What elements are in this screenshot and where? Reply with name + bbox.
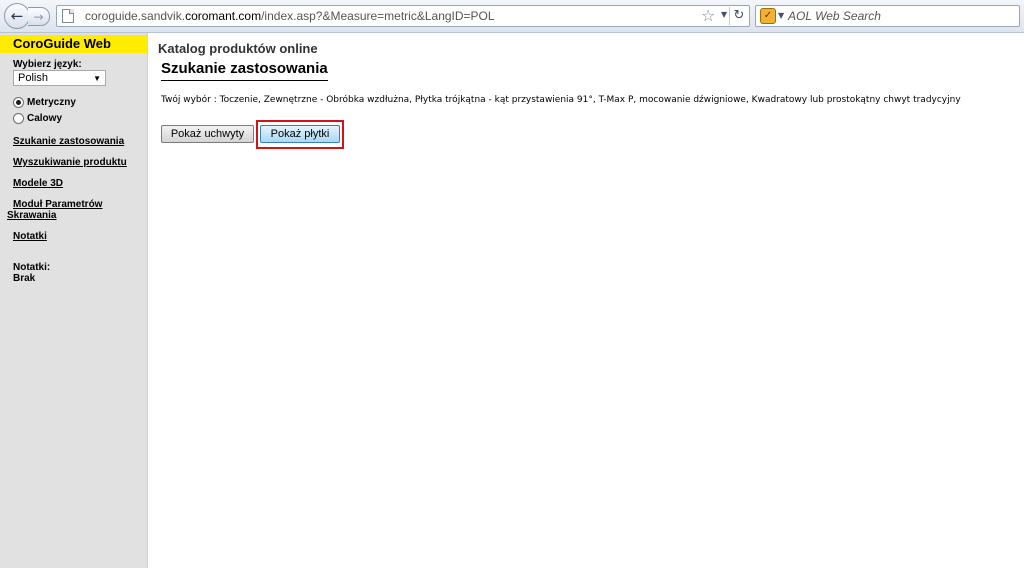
sidebar-link-3d-models[interactable]: Modele 3D [13, 178, 63, 189]
language-selected-value: Polish [18, 72, 48, 84]
notes-summary: Notatki: Brak [13, 262, 50, 284]
page-icon [62, 9, 74, 23]
radio-inch[interactable]: Calowy [13, 113, 62, 124]
back-button[interactable]: ← [4, 3, 30, 29]
sidebar: CoroGuide Web Wybierz język: Polish ▼ Me… [0, 33, 148, 568]
selection-summary: Twój wybór : Toczenie, Zewnętrzne - Obró… [161, 95, 961, 105]
notes-label: Notatki: [13, 262, 51, 273]
search-bar[interactable]: ✓ ▼ AOL Web Search [755, 5, 1020, 27]
radio-metric[interactable]: Metryczny [13, 97, 76, 108]
notes-value: Brak [13, 273, 36, 284]
url-dropdown-icon[interactable]: ▼ [721, 10, 727, 19]
radio-metric-label: Metryczny [27, 97, 76, 108]
forward-icon: → [33, 9, 44, 24]
catalog-title: Katalog produktów online [158, 41, 318, 56]
forward-button[interactable]: → [28, 7, 50, 26]
radio-inch-label: Calowy [27, 113, 63, 124]
sidebar-link-product-search[interactable]: Wyszukiwanie produktu [13, 157, 127, 168]
sidebar-link-notes[interactable]: Notatki [13, 231, 47, 242]
reload-icon: ↻ [733, 8, 745, 23]
show-holders-button[interactable]: Pokaż uchwyty [161, 125, 254, 143]
search-engine-icon[interactable]: ✓ [760, 8, 776, 24]
back-icon: ← [10, 7, 24, 25]
chevron-down-icon: ▼ [93, 74, 101, 83]
brand-title: CoroGuide Web [0, 35, 148, 53]
reload-button[interactable]: ↻ [729, 7, 748, 25]
page-title: Szukanie zastosowania [161, 60, 328, 81]
radio-inch-icon[interactable] [13, 113, 24, 124]
language-label: Wybierz język: [13, 59, 82, 70]
engine-dropdown-icon[interactable]: ▼ [778, 11, 784, 20]
radio-metric-icon[interactable] [13, 97, 24, 108]
address-bar[interactable]: coroguide.sandvik.coromant.com/index.asp… [56, 5, 750, 27]
star-icon[interactable]: ☆ [701, 6, 715, 25]
sidebar-link-application-search[interactable]: Szukanie zastosowania [13, 136, 124, 147]
language-select[interactable]: Polish ▼ [13, 70, 106, 86]
search-input[interactable]: AOL Web Search [788, 9, 881, 23]
browser-toolbar: ← → coroguide.sandvik.coromant.com/index… [0, 0, 1024, 33]
show-inserts-button[interactable]: Pokaż płytki [260, 125, 340, 143]
url-text[interactable]: coroguide.sandvik.coromant.com/index.asp… [85, 9, 495, 23]
sidebar-link-cutting-parameters[interactable]: Moduł Parametrów Skrawania [7, 199, 137, 221]
